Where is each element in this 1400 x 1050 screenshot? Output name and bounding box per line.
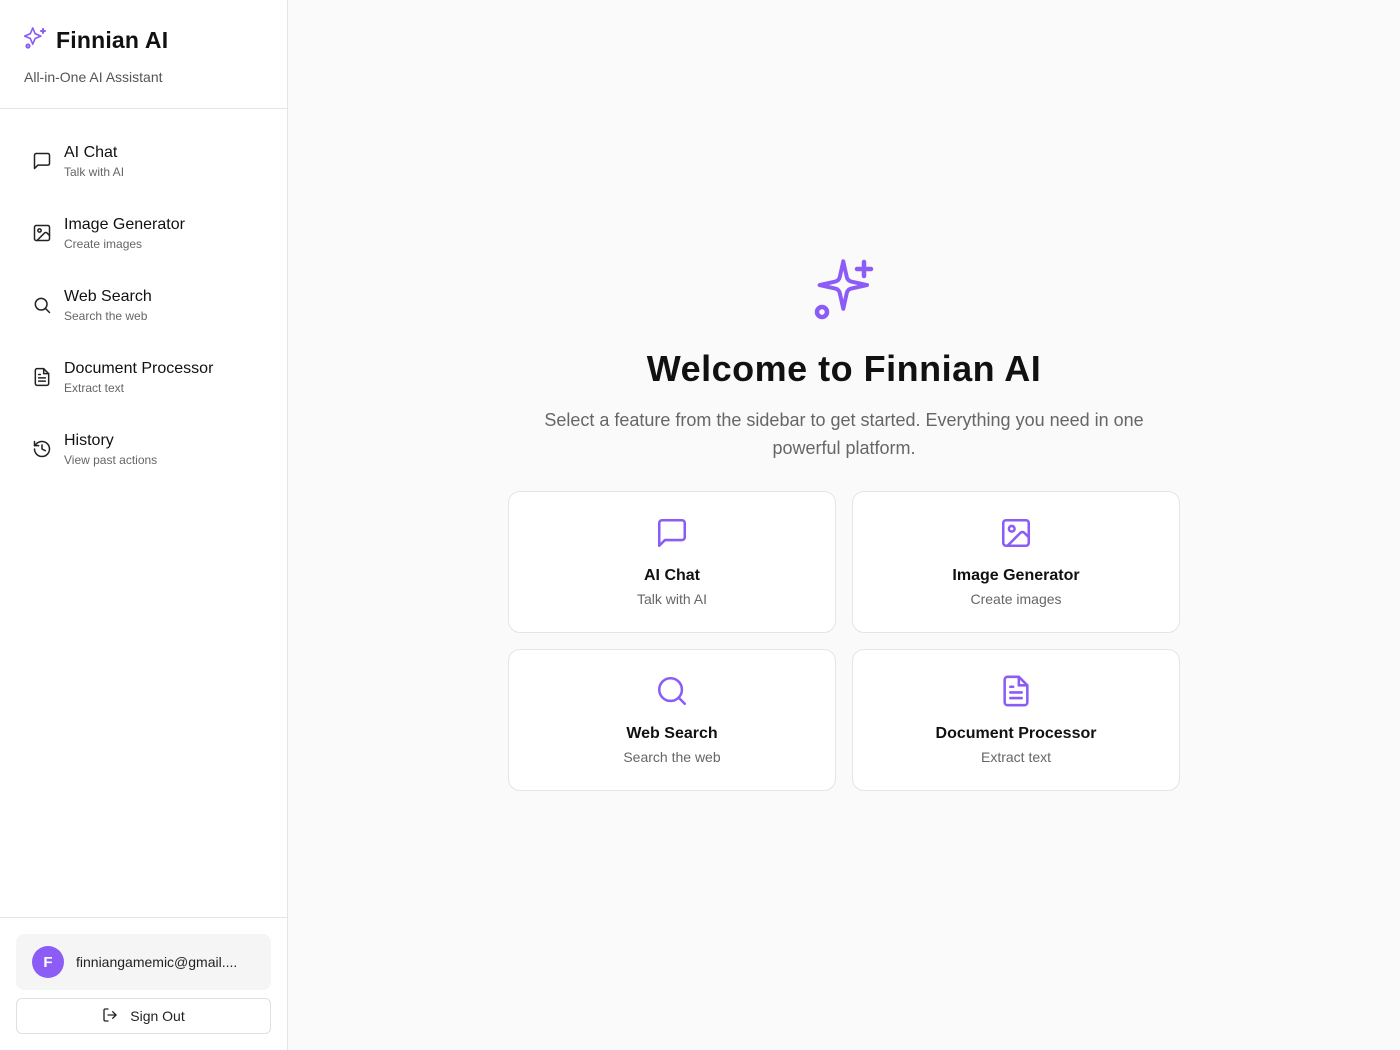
avatar: F <box>32 946 64 978</box>
sparkles-icon <box>812 258 876 322</box>
message-square-icon <box>655 516 689 555</box>
sidebar-item-label: AI Chat <box>64 143 118 161</box>
sidebar-item-desc: View past actions <box>64 452 158 467</box>
feature-card-desc: Talk with AI <box>636 591 708 607</box>
sidebar-item-text: Document Processor Extract text <box>64 359 213 396</box>
file-text-icon <box>32 367 52 387</box>
sidebar-item-image-generator[interactable]: Image Generator Create images <box>16 203 271 263</box>
sidebar-item-text: History View past actions <box>64 431 157 468</box>
sidebar-item-desc: Extract text <box>64 380 125 395</box>
sidebar-item-desc: Search the web <box>64 308 148 323</box>
brand-subtitle: All-in-One AI Assistant <box>24 69 163 85</box>
sidebar-footer: F finniangamemic@gmail.... Sign Out <box>0 917 287 1050</box>
history-icon <box>32 439 52 459</box>
feature-card-title: Web Search <box>626 725 718 742</box>
sidebar-item-text: AI Chat Talk with AI <box>64 143 124 180</box>
image-icon <box>999 516 1033 555</box>
sidebar-item-label: Document Processor <box>64 359 214 377</box>
user-email: finniangamemic@gmail.... <box>76 954 238 970</box>
sidebar-item-desc: Create images <box>64 236 143 251</box>
feature-cards: AI Chat Talk with AI Image Generator Cre… <box>508 491 1180 791</box>
page-subtitle: Select a feature from the sidebar to get… <box>544 410 1144 458</box>
message-square-icon <box>32 151 52 171</box>
feature-card-document-processor[interactable]: Document Processor Extract text <box>852 649 1180 791</box>
welcome-hero: Welcome to Finnian AI Select a feature f… <box>288 258 1400 462</box>
search-icon <box>655 674 689 713</box>
brand-row: Finnian AI <box>23 26 263 55</box>
sign-out-button[interactable]: Sign Out <box>16 998 271 1034</box>
image-icon <box>32 223 52 243</box>
sidebar-item-document-processor[interactable]: Document Processor Extract text <box>16 347 271 407</box>
sidebar-item-label: Image Generator <box>64 215 185 233</box>
sidebar-nav: AI Chat Talk with AI Image Generator Cre… <box>0 109 287 917</box>
file-text-icon <box>999 674 1033 713</box>
feature-card-web-search[interactable]: Web Search Search the web <box>508 649 836 791</box>
sidebar-item-ai-chat[interactable]: AI Chat Talk with AI <box>16 131 271 191</box>
sidebar: Finnian AI All-in-One AI Assistant AI Ch… <box>0 0 288 1050</box>
feature-card-desc: Extract text <box>980 749 1052 765</box>
sign-out-label: Sign Out <box>130 1008 185 1024</box>
feature-card-desc: Create images <box>970 591 1062 607</box>
feature-card-title: Image Generator <box>952 567 1080 584</box>
sidebar-item-label: Web Search <box>64 287 152 305</box>
sidebar-item-text: Image Generator Create images <box>64 215 185 252</box>
feature-card-image-generator[interactable]: Image Generator Create images <box>852 491 1180 633</box>
main-content: Welcome to Finnian AI Select a feature f… <box>288 0 1400 1050</box>
sidebar-item-desc: Talk with AI <box>64 164 125 179</box>
feature-card-title: Document Processor <box>935 725 1097 742</box>
sidebar-item-history[interactable]: History View past actions <box>16 419 271 479</box>
feature-card-desc: Search the web <box>623 749 721 765</box>
log-out-icon <box>102 1007 118 1026</box>
brand-title: Finnian AI <box>56 27 169 53</box>
page-title: Welcome to Finnian AI <box>646 348 1042 389</box>
feature-card-title: AI Chat <box>644 567 700 584</box>
brand-header: Finnian AI All-in-One AI Assistant <box>0 0 287 109</box>
sidebar-item-web-search[interactable]: Web Search Search the web <box>16 275 271 335</box>
sparkles-icon <box>23 26 48 55</box>
sidebar-item-text: Web Search Search the web <box>64 287 152 324</box>
user-card[interactable]: F finniangamemic@gmail.... <box>16 934 271 990</box>
feature-card-ai-chat[interactable]: AI Chat Talk with AI <box>508 491 836 633</box>
search-icon <box>32 295 52 315</box>
sidebar-item-label: History <box>64 431 114 449</box>
app-root: Finnian AI All-in-One AI Assistant AI Ch… <box>0 0 1400 1050</box>
